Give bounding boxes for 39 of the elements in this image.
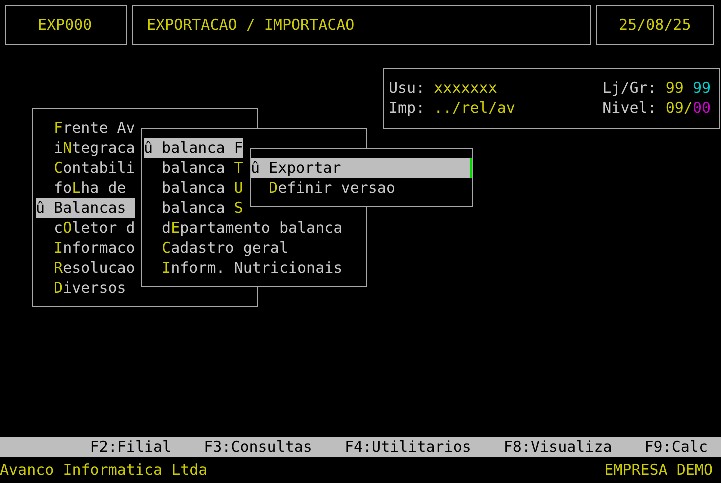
menu-item[interactable]: Informaco <box>36 238 136 258</box>
menu-item[interactable]: Frente Av <box>36 118 136 138</box>
info-value: 99 <box>666 79 684 97</box>
menu-item[interactable]: û Exportar <box>251 158 470 178</box>
info-value: xxxxxxx <box>434 79 498 97</box>
date: 25/08/25 <box>596 5 714 45</box>
info-label: Usu: <box>389 79 426 97</box>
screen-title: EXPORTACAO / IMPORTACAO <box>132 5 591 45</box>
menu-item[interactable]: balanca S <box>144 198 244 218</box>
program-code: EXP000 <box>5 5 127 45</box>
info-value: 99 <box>692 79 711 97</box>
info-value: 09 <box>666 99 684 117</box>
menu-item[interactable]: dEpartamento balanca <box>144 218 343 238</box>
function-key[interactable]: F2:Filial <box>90 437 172 457</box>
menu-item[interactable]: balanca T <box>144 158 244 178</box>
menu-item[interactable]: balanca U <box>144 178 244 198</box>
company-name: Avanco Informatica Ltda <box>0 460 208 480</box>
info-label: Lj/Gr: <box>602 79 657 97</box>
menu-item[interactable]: iNtegraca <box>36 138 136 158</box>
separator: / <box>684 99 693 117</box>
function-key[interactable]: F8:Visualiza <box>504 437 612 457</box>
info-label: Nivel: <box>602 99 657 117</box>
menu-item[interactable]: cOletor d <box>36 218 136 238</box>
function-key[interactable]: F3:Consultas <box>204 437 312 457</box>
menu-item[interactable]: û balanca F <box>144 138 244 158</box>
menu-item[interactable]: Definir versao <box>251 178 470 198</box>
info-label: Imp: <box>389 99 426 117</box>
menu-item[interactable]: Diversos <box>36 278 136 298</box>
client-name: EMPRESA DEMO <box>604 460 713 480</box>
menu-item[interactable]: Contabili <box>36 158 136 178</box>
info-value: ../rel/av <box>434 99 516 117</box>
function-key[interactable]: F9:Calc <box>644 437 708 457</box>
menu-item[interactable]: foLha de <box>36 178 136 198</box>
info-value: 00 <box>692 99 711 117</box>
menu-item[interactable]: Cadastro geral <box>144 238 288 258</box>
menu-item[interactable]: Inform. Nutricionais <box>144 258 343 278</box>
function-key[interactable]: F4:Utilitarios <box>344 437 472 457</box>
menu-item[interactable]: û Balancas <box>36 198 136 218</box>
menu-item[interactable]: Resolucao <box>36 258 136 278</box>
